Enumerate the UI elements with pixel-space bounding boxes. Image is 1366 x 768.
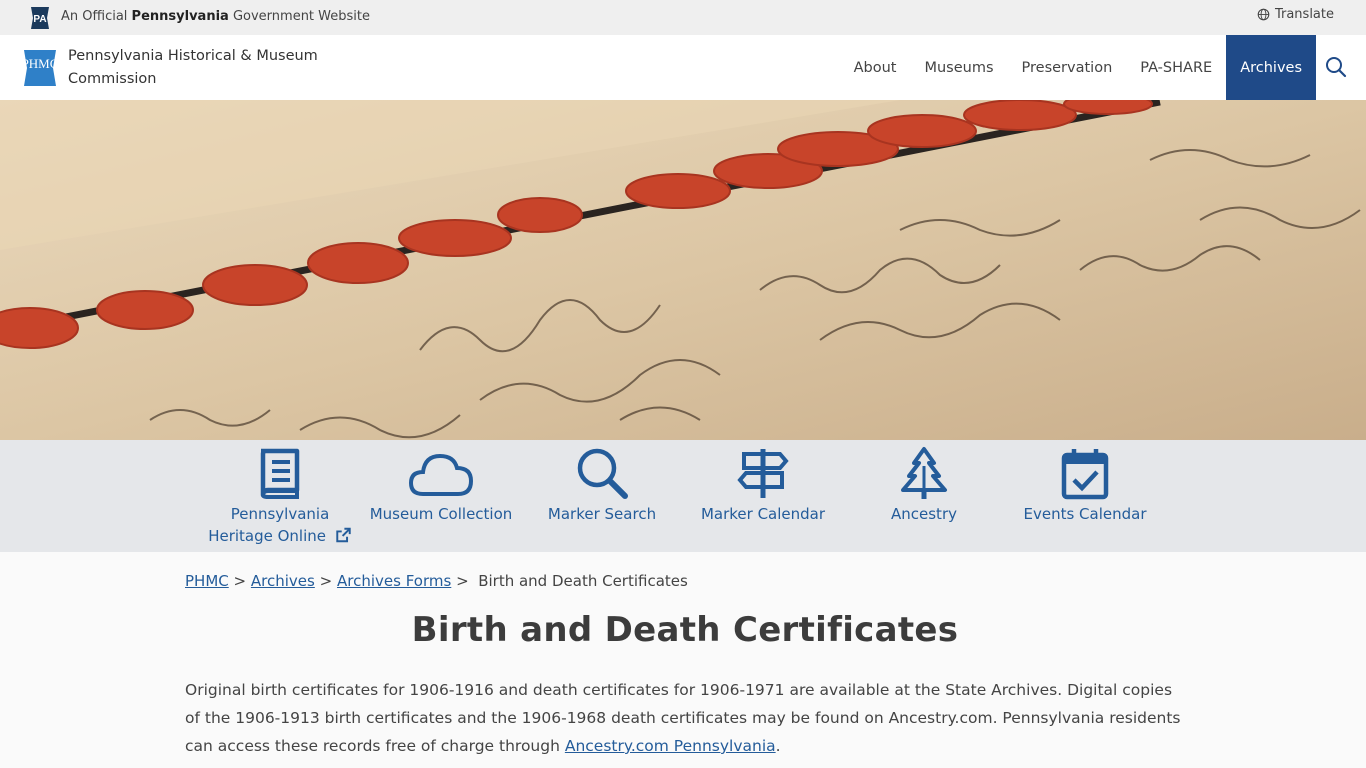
nav-pa-share[interactable]: PA-SHARE (1126, 35, 1226, 100)
site-header: PHMC Pennsylvania Historical & Museum Co… (0, 35, 1366, 100)
nav-archives[interactable]: Archives (1226, 35, 1316, 100)
quick-links-bar: Pennsylvania Heritage Online Museum Coll… (0, 440, 1366, 552)
translate-button[interactable]: Translate (1257, 7, 1334, 22)
pa-keystone-icon: PA (31, 7, 49, 29)
quick-link-events-calendar[interactable]: Events Calendar (1005, 446, 1165, 525)
calendar-check-icon (1061, 449, 1109, 500)
breadcrumb-current: Birth and Death Certificates (478, 572, 688, 590)
quick-link-label: Ancestry (891, 505, 957, 523)
ancestry-pennsylvania-link[interactable]: Ancestry.com Pennsylvania (565, 737, 776, 755)
breadcrumb-separator: > (456, 572, 474, 590)
cloud-icon (408, 453, 474, 496)
breadcrumb-phmc[interactable]: PHMC (185, 572, 229, 590)
nav-preservation[interactable]: Preservation (1008, 35, 1127, 100)
breadcrumb-separator: > (233, 572, 247, 590)
nav-museums[interactable]: Museums (910, 35, 1007, 100)
breadcrumb-archives-forms[interactable]: Archives Forms (337, 572, 451, 590)
official-website-text: An Official Pennsylvania Government Webs… (61, 9, 370, 24)
main-nav: About Museums Preservation PA-SHARE Arch… (840, 35, 1316, 100)
search-icon[interactable] (1324, 55, 1348, 79)
book-icon (260, 448, 300, 499)
quick-link-label: Marker Search (547, 505, 657, 523)
quick-link-label: Museum Collection (369, 505, 513, 523)
quick-link-label: Events Calendar (1023, 505, 1147, 523)
quick-link-label: Pennsylvania Heritage Online (208, 505, 330, 545)
quick-link-marker-calendar[interactable]: Marker Calendar (683, 446, 843, 525)
breadcrumb-separator: > (319, 572, 333, 590)
quick-link-label: Marker Calendar (700, 505, 826, 523)
translate-label: Translate (1274, 7, 1334, 22)
page-title: Birth and Death Certificates (411, 610, 959, 650)
globe-icon (1257, 8, 1270, 21)
intro-period: . (775, 737, 781, 755)
nav-about[interactable]: About (840, 35, 911, 100)
official-site-bar: PA An Official Pennsylvania Government W… (0, 0, 1366, 35)
breadcrumb-archives[interactable]: Archives (251, 572, 315, 590)
intro-paragraph: Original birth certificates for 1906-191… (185, 676, 1185, 760)
search-icon (577, 448, 628, 499)
phmc-logo-icon[interactable]: PHMC (20, 49, 60, 87)
tree-icon (901, 447, 947, 499)
breadcrumb: PHMC > Archives > Archives Forms > Birth… (185, 572, 688, 590)
quick-link-marker-search[interactable]: Marker Search (522, 446, 682, 525)
org-name[interactable]: Pennsylvania Historical & Museum Commiss… (68, 45, 328, 91)
signpost-icon (737, 449, 789, 498)
quick-link-ancestry[interactable]: Ancestry (844, 446, 1004, 525)
wax-seal-document-illustration (0, 100, 1366, 440)
phmc-logo-text: PHMC (22, 56, 59, 71)
external-link-icon (336, 527, 351, 543)
quick-link-museum-collection[interactable]: Museum Collection (361, 446, 521, 525)
quick-link-heritage-online[interactable]: Pennsylvania Heritage Online (200, 446, 360, 547)
hero-image (0, 100, 1366, 440)
pa-badge-text: PA (33, 14, 46, 25)
